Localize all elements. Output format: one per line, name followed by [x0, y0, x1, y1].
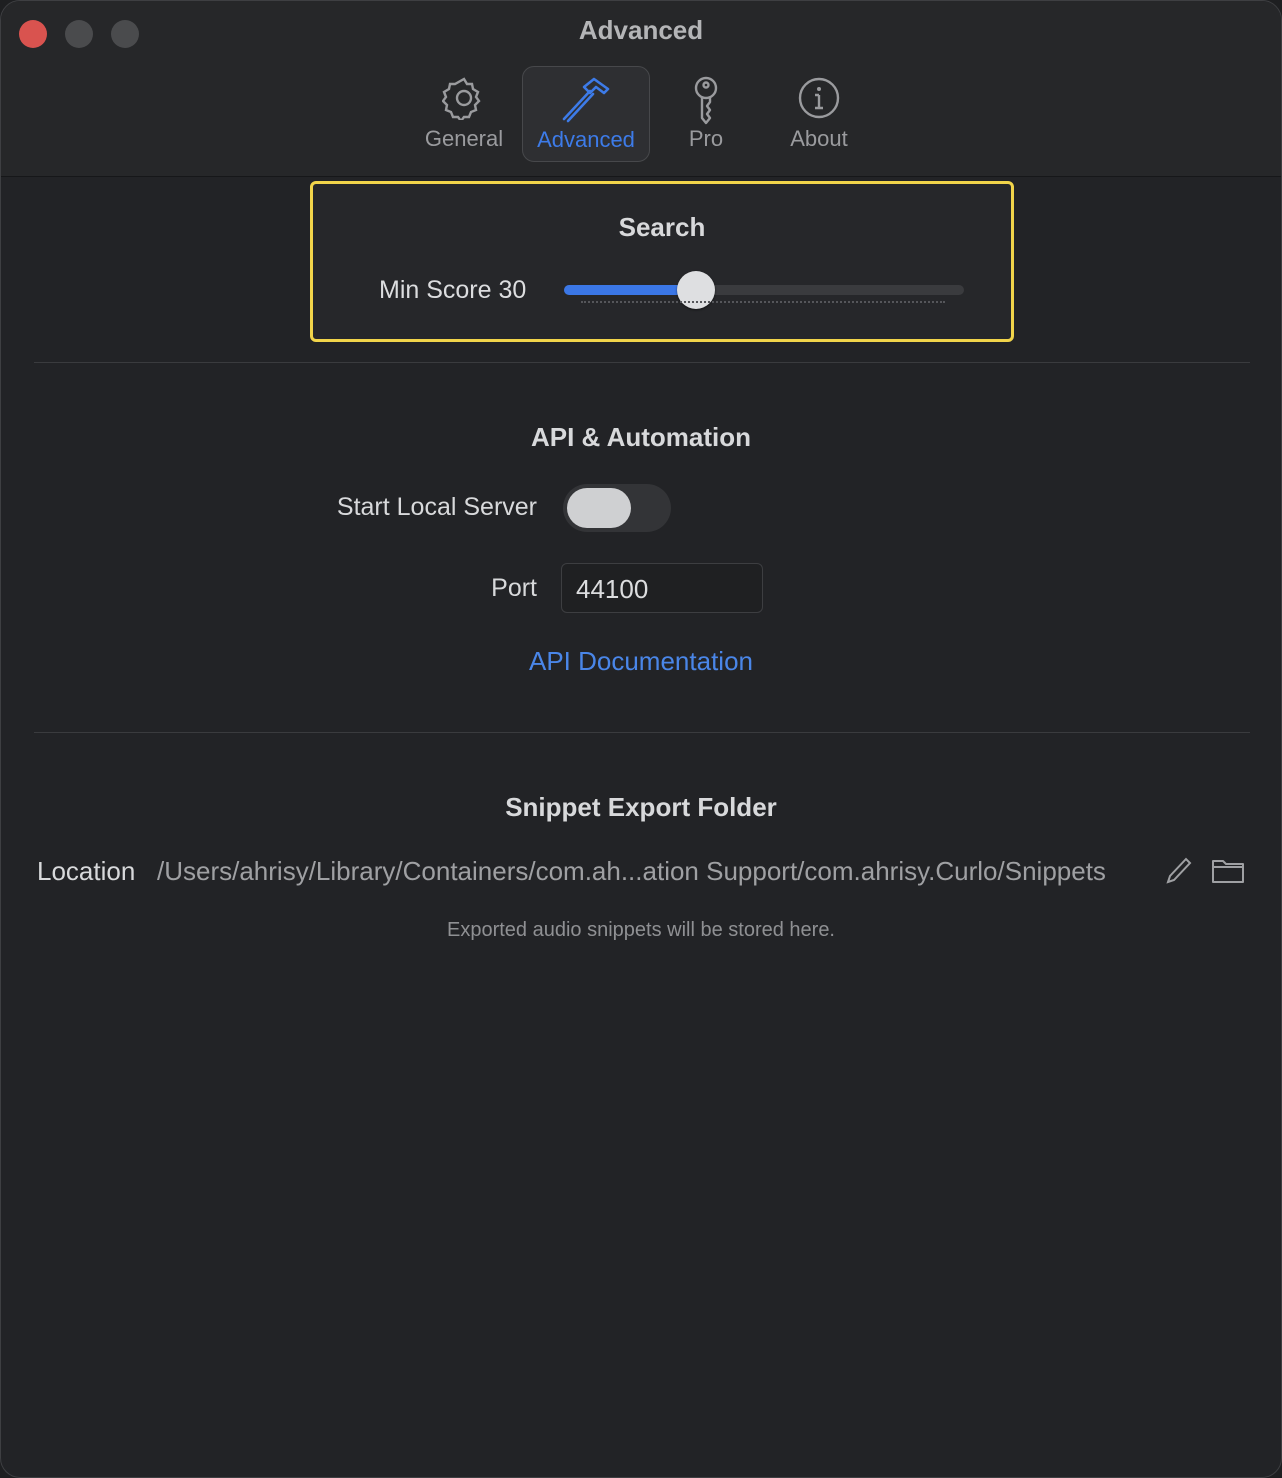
pencil-icon — [1166, 857, 1192, 884]
divider — [34, 732, 1250, 733]
export-title: Snippet Export Folder — [505, 792, 777, 822]
tab-general[interactable]: General — [411, 66, 517, 160]
port-label: Port — [491, 574, 537, 602]
toggle-knob — [567, 488, 631, 528]
tab-advanced-label: Advanced — [537, 127, 635, 152]
tab-pro-label: Pro — [688, 126, 724, 151]
export-hint: Exported audio snippets will be stored h… — [446, 919, 835, 941]
api-title: API & Automation — [530, 422, 752, 452]
tab-about-label: About — [790, 126, 848, 151]
search-title: Search — [618, 212, 706, 242]
window-title: Advanced — [578, 15, 704, 45]
start-server-toggle[interactable] — [563, 484, 671, 532]
location-path: /Users/ahrisy/Library/Containers/com.ah.… — [157, 856, 1106, 886]
location-label: Location — [37, 856, 136, 886]
edit-location-button[interactable] — [1165, 855, 1193, 890]
tab-pro[interactable]: Pro — [661, 66, 751, 160]
preferences-window: Advanced General Advanced Pro About Sear… — [0, 0, 1282, 1478]
tab-general-label: General — [424, 126, 504, 151]
min-score-slider[interactable] — [564, 271, 964, 309]
api-documentation-link[interactable]: API Documentation — [1, 646, 1281, 677]
search-section: Search Min Score 30 — [310, 181, 1014, 342]
toolbar: Advanced General Advanced Pro About — [1, 1, 1281, 177]
divider — [34, 362, 1250, 363]
info-icon — [798, 77, 840, 119]
gear-icon — [442, 77, 481, 120]
hammer-icon — [562, 77, 610, 123]
port-input[interactable]: 44100 — [561, 563, 763, 613]
folder-icon — [1212, 860, 1244, 883]
min-score-label: Min Score 30 — [379, 276, 527, 304]
tab-about[interactable]: About — [769, 66, 869, 160]
start-server-label: Start Local Server — [336, 493, 537, 521]
slider-ticks — [581, 301, 945, 306]
tab-advanced[interactable]: Advanced — [522, 66, 650, 162]
key-icon — [694, 76, 718, 125]
open-folder-button[interactable] — [1211, 855, 1245, 890]
